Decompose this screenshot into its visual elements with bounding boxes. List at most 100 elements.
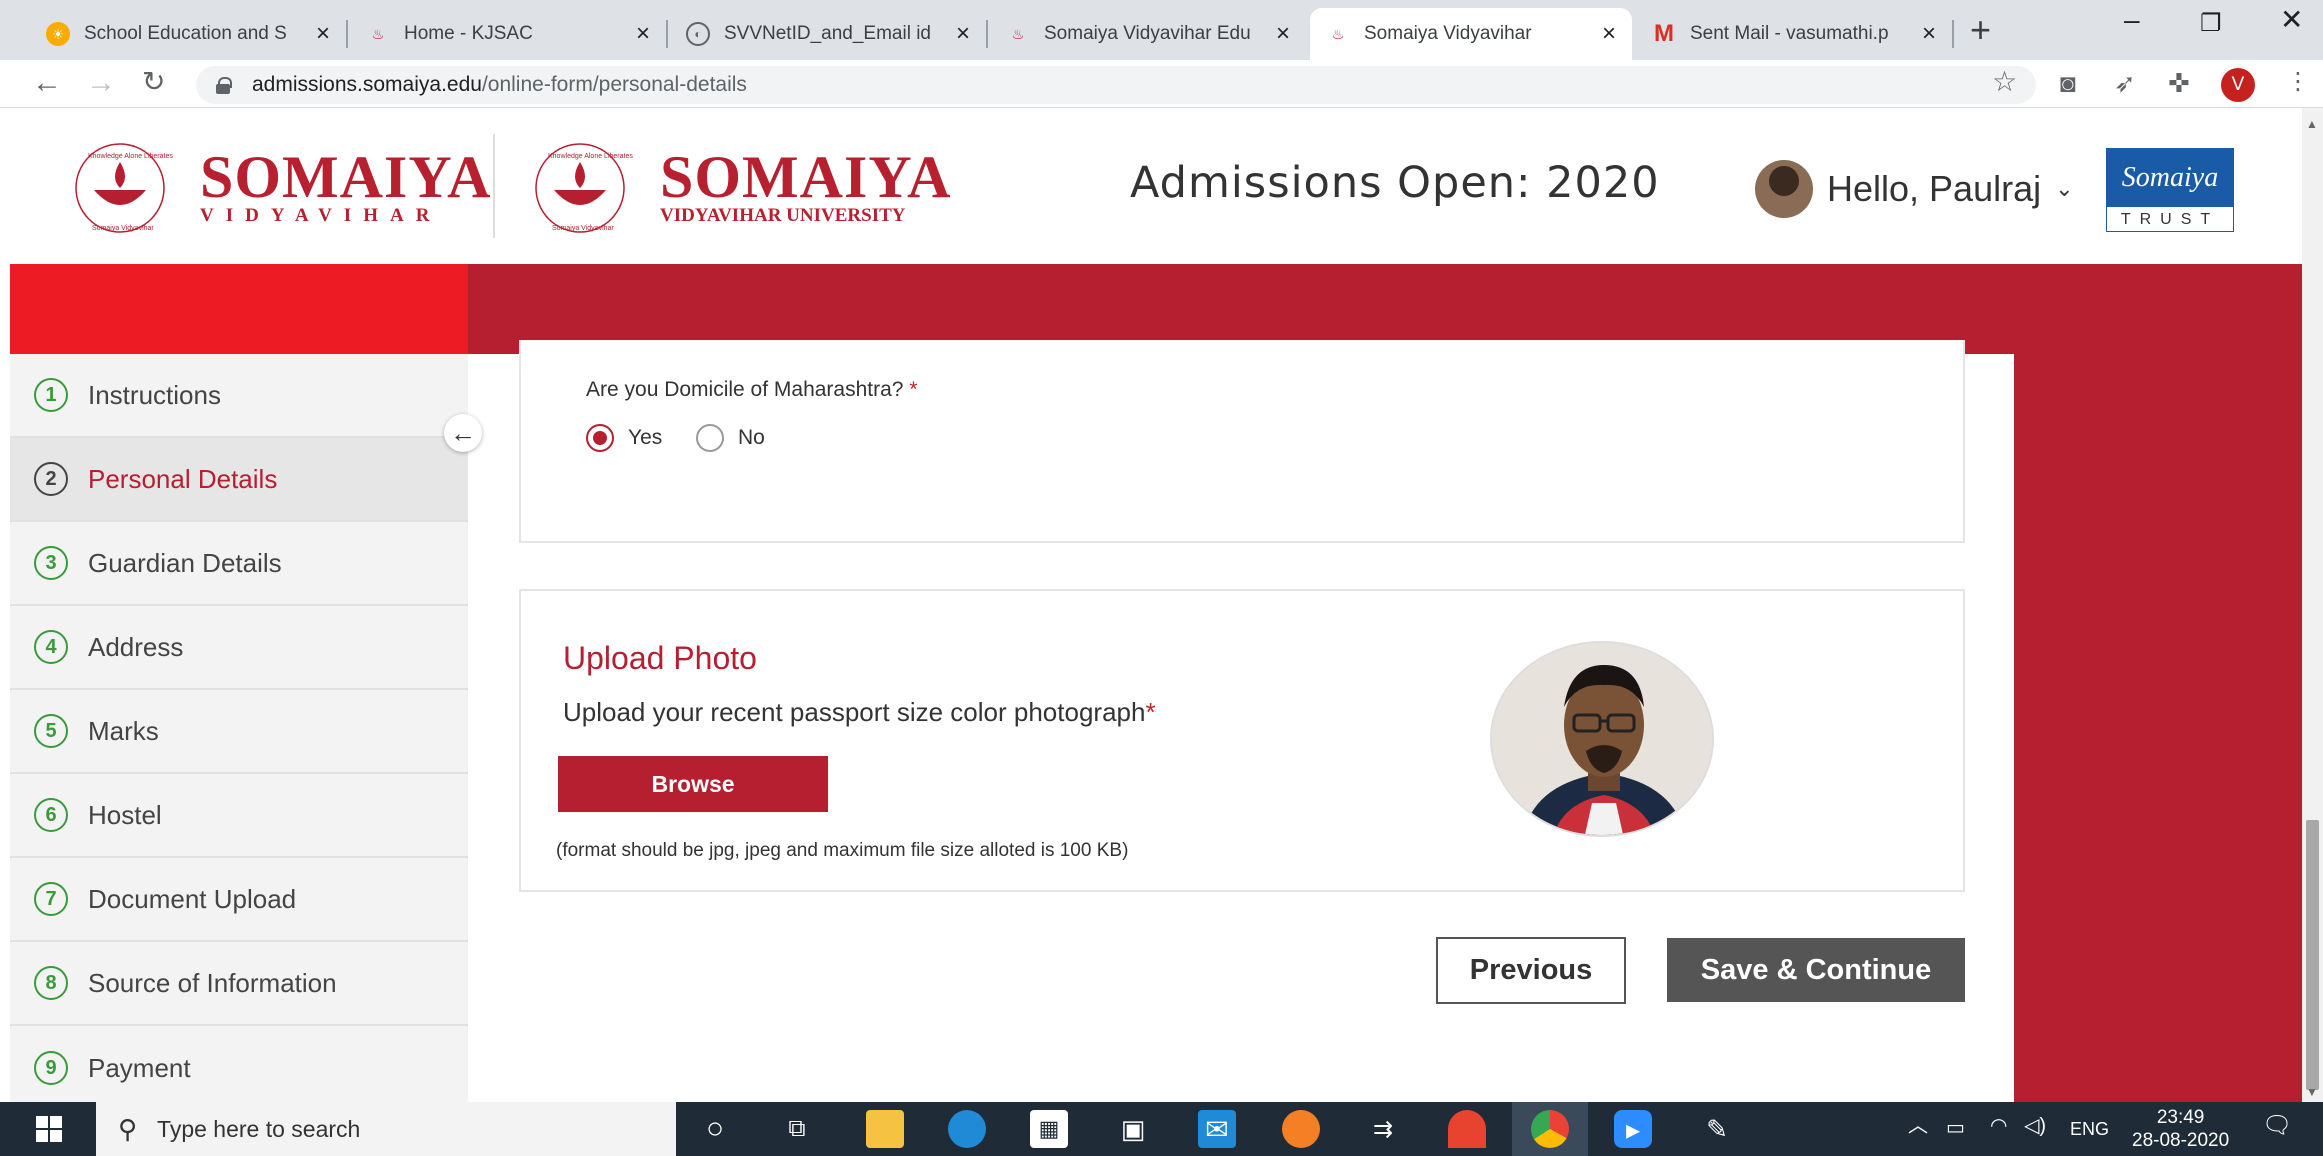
- more-menu-icon[interactable]: ⋮: [2286, 70, 2310, 94]
- somaiya-trust-logo[interactable]: Somaiya TRUST: [2106, 148, 2234, 232]
- collapse-sidebar-arrow-icon[interactable]: ←: [444, 414, 482, 452]
- task-view-icon[interactable]: ⧉: [778, 1110, 816, 1148]
- edge-browser-icon[interactable]: [948, 1110, 986, 1148]
- address-bar[interactable]: admissions.somaiya.edu/online-form/perso…: [196, 66, 2036, 104]
- step-number: 1: [34, 378, 68, 412]
- chrome-browser-icon[interactable]: [1531, 1110, 1569, 1148]
- save-and-continue-button[interactable]: Save & Continue: [1667, 938, 1965, 1002]
- taskbar-search-box[interactable]: ⚲ Type here to search: [96, 1102, 676, 1156]
- somaiya-favicon-icon: ♨: [1331, 25, 1345, 42]
- step-document-upload[interactable]: 7 Document Upload: [10, 858, 468, 942]
- user-avatar: [1755, 160, 1813, 218]
- forward-arrow-icon[interactable]: →: [86, 68, 116, 98]
- somaiya-university-logo[interactable]: Knowledge Alone Liberates Somaiya Vidyav…: [530, 138, 952, 238]
- tab-label: SVVNetID_and_Email id: [724, 23, 931, 44]
- step-personal-details[interactable]: 2 Personal Details: [10, 438, 468, 522]
- step-marks[interactable]: 5 Marks: [10, 690, 468, 774]
- bookmark-star-icon[interactable]: ☆: [1992, 68, 2017, 96]
- emblem-ring-text-top: Knowledge Alone Liberates: [88, 153, 173, 160]
- step-number: 7: [34, 882, 68, 916]
- search-icon: ⚲: [118, 1113, 138, 1144]
- close-tab-icon[interactable]: ×: [956, 22, 970, 46]
- back-arrow-icon[interactable]: ←: [32, 68, 62, 98]
- file-explorer-icon[interactable]: [866, 1110, 904, 1148]
- close-tab-icon[interactable]: ×: [1602, 22, 1616, 46]
- splitter-app-icon[interactable]: ⇉: [1364, 1110, 1402, 1148]
- step-hostel[interactable]: 6 Hostel: [10, 774, 468, 858]
- windows-start-icon[interactable]: [36, 1116, 62, 1142]
- previous-button[interactable]: Previous: [1436, 937, 1626, 1004]
- tab-label: School Education and S: [84, 23, 287, 44]
- tab-label: Somaiya Vidyavihar Edu: [1044, 23, 1251, 44]
- domicile-yes-radio[interactable]: Yes: [586, 424, 662, 452]
- show-hidden-icons-chevron-icon[interactable]: ︿: [1908, 1116, 1928, 1136]
- close-window-icon[interactable]: ✕: [2280, 6, 2303, 34]
- firefox-icon[interactable]: [1282, 1110, 1320, 1148]
- step-payment[interactable]: 9 Payment: [10, 1026, 468, 1110]
- step-number: 8: [34, 966, 68, 1000]
- cortana-circle-icon[interactable]: ○: [696, 1110, 734, 1148]
- step-address[interactable]: 4 Address: [10, 606, 468, 690]
- browser-tab[interactable]: M Sent Mail - vasumathi.p ×: [1636, 8, 1952, 60]
- url-path: /online-form/personal-details: [481, 73, 747, 96]
- file-format-hint: (format should be jpg, jpeg and maximum …: [556, 840, 1129, 861]
- step-guardian-details[interactable]: 3 Guardian Details: [10, 522, 468, 606]
- mail-envelope-icon[interactable]: ✉: [1198, 1110, 1236, 1148]
- clock-time: 23:49: [2156, 1107, 2205, 1128]
- close-tab-icon[interactable]: ×: [316, 22, 330, 46]
- photos-icon[interactable]: ▣: [1114, 1110, 1152, 1148]
- browser-tab-active[interactable]: ♨ Somaiya Vidyavihar ×: [1310, 8, 1632, 60]
- globe-favicon-icon: ◐: [686, 22, 710, 46]
- speaker-volume-icon[interactable]: ◁): [2024, 1116, 2046, 1136]
- tab-label: Somaiya Vidyavihar: [1364, 23, 1532, 44]
- vpn-app-icon[interactable]: [1448, 1110, 1486, 1148]
- browser-tab[interactable]: ☀ School Education and S ×: [30, 8, 346, 60]
- wifi-icon[interactable]: ◠: [1990, 1116, 2007, 1136]
- camera-extension-icon[interactable]: ◙: [2060, 70, 2076, 96]
- close-tab-icon[interactable]: ×: [1922, 22, 1936, 46]
- notifications-icon[interactable]: 🗨: [2262, 1114, 2292, 1138]
- emblem-ring-text-bottom: Somaiya Vidyavihar: [552, 225, 614, 232]
- tab-divider: [666, 20, 668, 48]
- scrollbar-thumb[interactable]: [2306, 820, 2319, 1090]
- step-source-of-information[interactable]: 8 Source of Information: [10, 942, 468, 1026]
- restore-window-icon[interactable]: ❐: [2200, 12, 2222, 36]
- paint-app-icon[interactable]: ✎: [1698, 1110, 1736, 1148]
- close-tab-icon[interactable]: ×: [1276, 22, 1290, 46]
- lock-icon: [216, 77, 232, 94]
- domicile-no-radio[interactable]: No: [696, 424, 765, 452]
- reload-icon[interactable]: ↻: [142, 68, 165, 96]
- emblem-ring-text-bottom: Somaiya Vidyavihar: [92, 225, 154, 232]
- user-menu[interactable]: Hello, Paulraj ⌄: [1755, 160, 2074, 218]
- logo-wordmark: SOMAIYA: [660, 144, 952, 210]
- somaiya-vidyavihar-logo[interactable]: Knowledge Alone Liberates Somaiya Vidyav…: [70, 138, 492, 238]
- rocket-extension-icon[interactable]: ➶: [2114, 70, 2136, 96]
- close-tab-icon[interactable]: ×: [636, 22, 650, 46]
- zoom-app-icon[interactable]: ▸: [1614, 1110, 1652, 1148]
- scroll-down-arrow-icon[interactable]: ▼: [2306, 1086, 2318, 1098]
- step-number: 9: [34, 1051, 68, 1085]
- step-instructions[interactable]: 1 Instructions: [10, 354, 468, 438]
- browser-tab[interactable]: ♨ Home - KJSAC ×: [350, 8, 666, 60]
- new-tab-plus-icon[interactable]: +: [1970, 12, 1991, 48]
- store-bag-icon[interactable]: ▦: [1030, 1110, 1068, 1148]
- step-label: Instructions: [88, 379, 221, 410]
- tab-label: Sent Mail - vasumathi.p: [1690, 23, 1889, 44]
- taskbar-clock[interactable]: 23:49 28-08-2020: [2132, 1106, 2229, 1152]
- scroll-up-arrow-icon[interactable]: ▲: [2306, 118, 2318, 130]
- minimize-window-icon[interactable]: –: [2124, 6, 2140, 34]
- upload-photo-title: Upload Photo: [563, 640, 757, 676]
- browse-button[interactable]: Browse: [558, 756, 828, 812]
- somaiya-favicon-icon: ♨: [371, 25, 385, 42]
- puzzle-extensions-icon[interactable]: ✜: [2168, 70, 2190, 96]
- step-number: 4: [34, 630, 68, 664]
- input-language-indicator[interactable]: ENG: [2070, 1120, 2109, 1138]
- browser-tab[interactable]: ◐ SVVNetID_and_Email id ×: [670, 8, 986, 60]
- profile-avatar[interactable]: V: [2221, 68, 2255, 102]
- browser-tab[interactable]: ♨ Somaiya Vidyavihar Edu ×: [990, 8, 1306, 60]
- browser-toolbar: ← → ↻ admissions.somaiya.edu/online-form…: [0, 60, 2323, 108]
- radio-label-no: No: [738, 426, 765, 449]
- battery-icon[interactable]: ▭: [1946, 1118, 1965, 1138]
- windows-taskbar: ⚲ Type here to search ○ ⧉ ▦ ▣ ✉ ⇉: [0, 1102, 2323, 1156]
- logo-wordmark: SOMAIYA: [200, 144, 492, 210]
